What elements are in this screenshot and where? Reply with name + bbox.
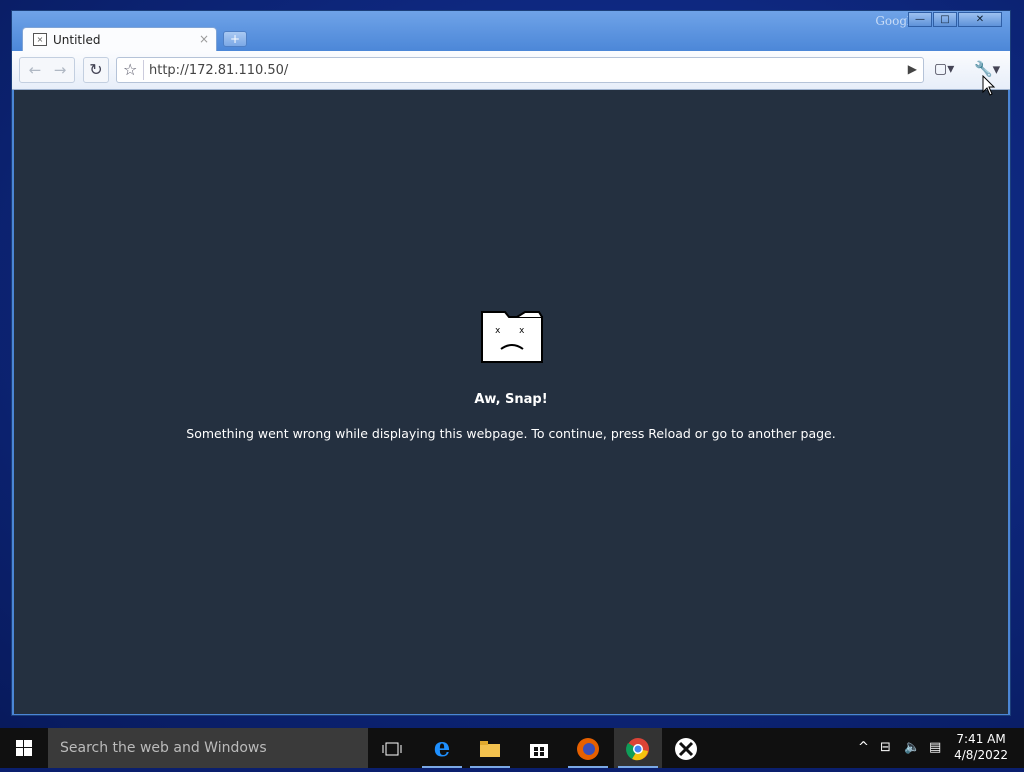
clock[interactable]: 7:41 AM 4/8/2022 <box>954 731 1008 763</box>
taskbar: Search the web and Windows e ^ ⊟ 🔈 ▤ 7:4… <box>0 728 1024 768</box>
windows-start-icon[interactable] <box>0 728 48 768</box>
clock-date: 4/8/2022 <box>954 748 1008 762</box>
xbox-icon[interactable] <box>662 728 710 768</box>
sad-folder-icon: x x <box>481 311 543 363</box>
show-hidden-icons-icon[interactable]: ^ <box>858 740 869 755</box>
svg-text:x: x <box>495 326 501 336</box>
mouse-cursor-icon <box>982 75 996 96</box>
minimize-button[interactable]: — <box>908 12 932 27</box>
page-content: x x Aw, Snap! Something went wrong while… <box>14 90 1008 714</box>
store-icon[interactable] <box>515 728 563 768</box>
sad-page-favicon-icon: × <box>33 33 47 46</box>
forward-button[interactable]: → <box>48 61 72 79</box>
network-icon[interactable]: ⊟ <box>880 740 891 755</box>
toolbar: ← → ↻ ☆ http://172.81.110.50/ ▶ ▢▾ 🔧▾ <box>12 51 1010 90</box>
clock-time: 7:41 AM <box>956 732 1006 746</box>
tab-title: Untitled <box>53 33 101 47</box>
omnibox-divider <box>143 60 144 80</box>
reload-button[interactable]: ↻ <box>83 57 109 83</box>
svg-text:x: x <box>519 326 525 336</box>
url-text[interactable]: http://172.81.110.50/ <box>149 63 288 78</box>
omnibox[interactable]: ☆ http://172.81.110.50/ ▶ <box>116 57 924 83</box>
taskbar-search[interactable]: Search the web and Windows <box>48 728 368 768</box>
window-controls: — □ ✕ <box>907 12 1002 27</box>
file-explorer-icon[interactable] <box>466 728 514 768</box>
firefox-icon[interactable] <box>564 728 612 768</box>
page-menu-icon[interactable]: ▢▾ <box>934 61 954 77</box>
new-tab-button[interactable]: + <box>223 31 247 47</box>
tab-close-icon[interactable]: × <box>199 32 209 46</box>
tab-untitled[interactable]: × Untitled × <box>22 27 217 52</box>
title-bar: Google — □ ✕ × Untitled × + <box>12 11 1010 52</box>
nav-buttons: ← → <box>19 57 75 83</box>
bookmark-star-icon[interactable]: ☆ <box>123 60 137 79</box>
maximize-button[interactable]: □ <box>933 12 957 27</box>
go-arrow-icon[interactable]: ▶ <box>908 62 917 76</box>
search-placeholder: Search the web and Windows <box>60 740 267 756</box>
edge-icon[interactable]: e <box>418 728 466 768</box>
task-view-icon[interactable] <box>368 728 416 768</box>
action-center-icon[interactable]: ▤ <box>929 740 941 755</box>
close-button[interactable]: ✕ <box>958 12 1002 27</box>
browser-window: Google — □ ✕ × Untitled × + ← → ↻ ☆ http… <box>11 10 1011 716</box>
error-title: Aw, Snap! <box>474 392 548 407</box>
error-message: Something went wrong while displaying th… <box>186 426 836 441</box>
back-button[interactable]: ← <box>23 61 47 79</box>
chrome-icon[interactable] <box>614 728 662 768</box>
volume-muted-icon[interactable]: 🔈 <box>904 740 920 755</box>
